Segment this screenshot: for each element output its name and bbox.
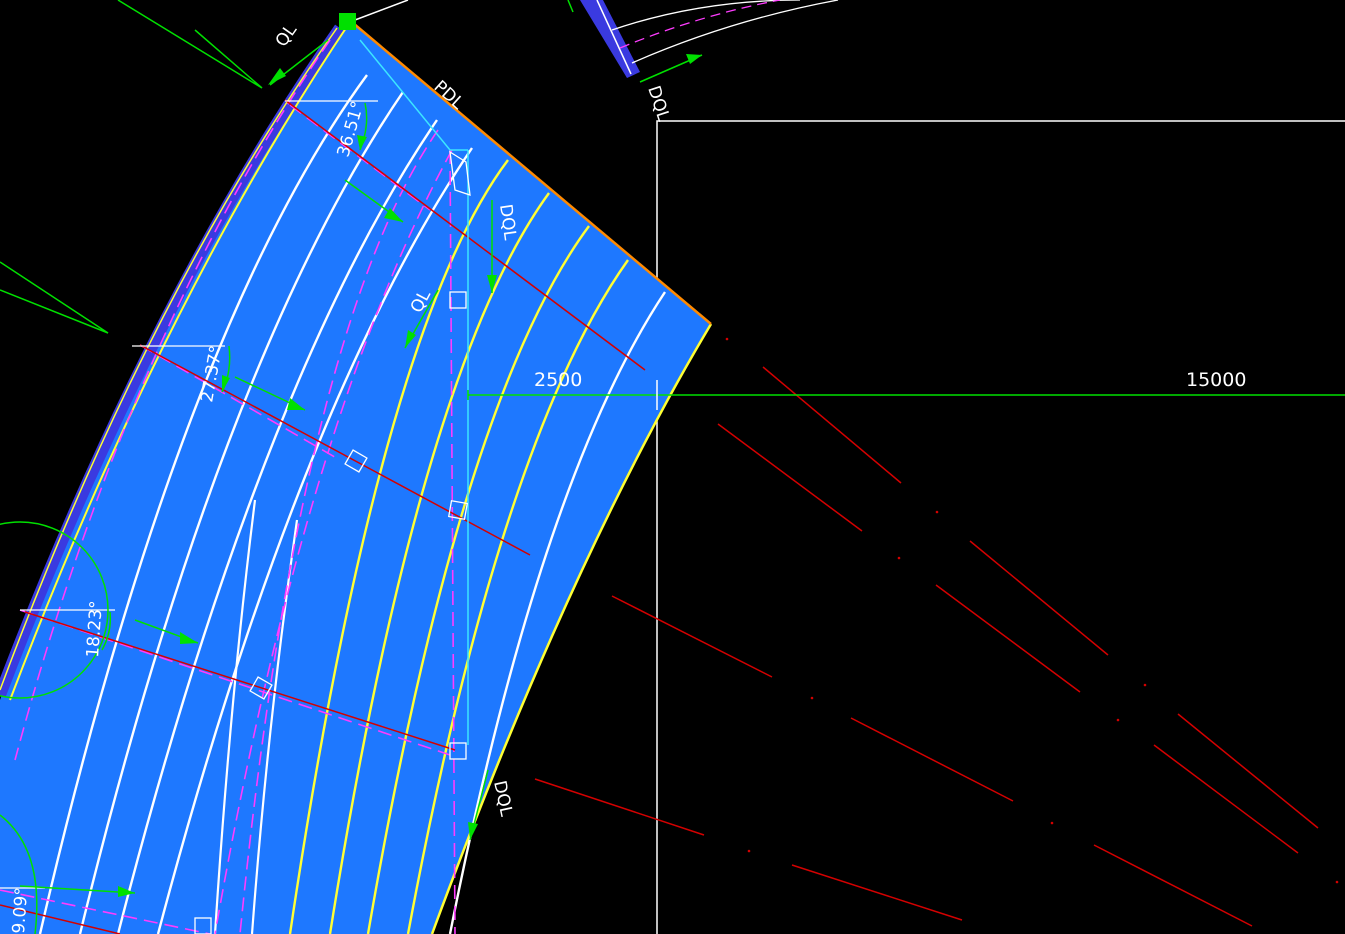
- dimension-label-15000: 15000: [1186, 369, 1246, 391]
- angle-label-3: 18.23°: [83, 600, 107, 658]
- grip-handle[interactable]: [339, 13, 356, 30]
- angle-label-4: 9.09°: [9, 887, 32, 934]
- cad-drawing-canvas[interactable]: 2500 15000 36.51° 27.37° 18.23° 9.09° QL…: [0, 0, 1345, 934]
- dimension-label-2500: 2500: [534, 369, 582, 391]
